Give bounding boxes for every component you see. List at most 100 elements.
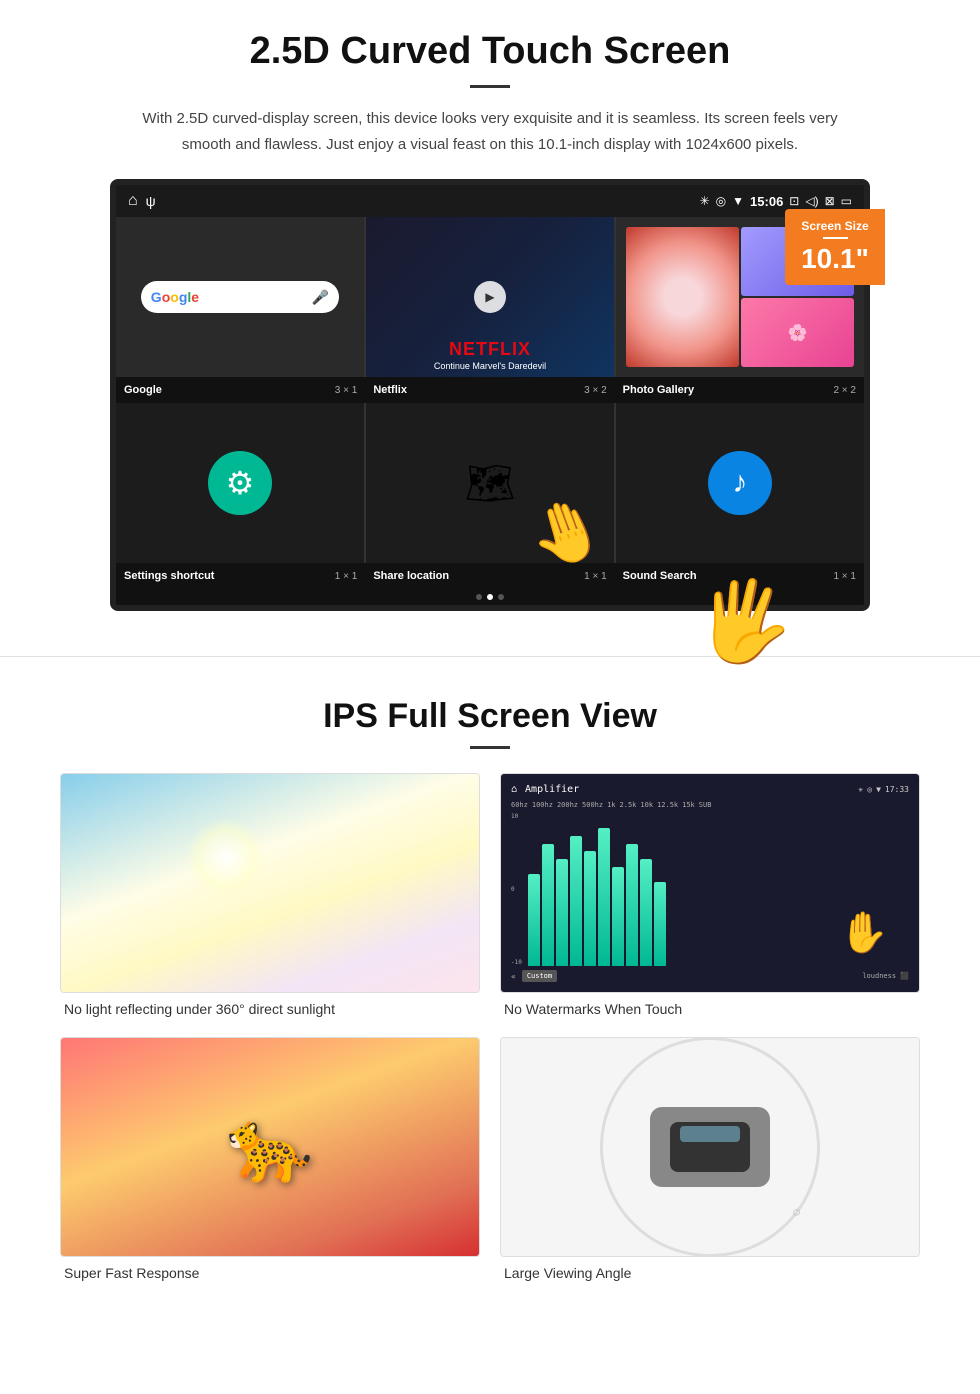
section2-title: IPS Full Screen View xyxy=(60,697,920,736)
feature-car: ⬡ Large Viewing Angle xyxy=(500,1037,920,1281)
netflix-cell[interactable]: ▶ NETFLIX Continue Marvel's Daredevil xyxy=(366,217,614,377)
camera-icon: ⊡ xyxy=(789,194,799,208)
share-bg: 🗺 🤚 xyxy=(366,403,614,563)
sound-search-content: ♪ xyxy=(616,403,864,563)
sound-size: 1 × 1 xyxy=(833,571,856,582)
car-label: Large Viewing Angle xyxy=(500,1265,920,1281)
netflix-size: 3 × 2 xyxy=(584,385,607,396)
dot-1 xyxy=(476,594,482,600)
cheetah-visual: 🐆 xyxy=(61,1038,479,1256)
gallery-name: Photo Gallery xyxy=(623,384,695,396)
badge-label: Screen Size xyxy=(793,219,877,233)
settings-cell-content: ⚙ xyxy=(116,403,364,563)
maps-icon: 🗺 xyxy=(465,460,516,507)
section1-title: 2.5D Curved Touch Screen xyxy=(60,30,920,73)
sunlight-image xyxy=(60,773,480,993)
eq-visualization: 10 0 -10 ✋ xyxy=(511,813,909,966)
status-bar: ⌂ ψ ✳ ◎ ▼ 15:06 ⊡ ◁) ⊠ ▭ xyxy=(116,185,864,217)
eq-bar-5 xyxy=(584,851,596,966)
eq-bar-4 xyxy=(570,836,582,966)
google-cell-content: Google 🎤 xyxy=(116,217,364,377)
car-windshield-top xyxy=(680,1126,740,1142)
netflix-label: Netflix 3 × 2 xyxy=(365,381,614,399)
car-roof-view xyxy=(670,1122,750,1172)
dot-2 xyxy=(487,594,493,600)
wifi-icon: ▼ xyxy=(732,194,744,208)
hand-container: 🖐 xyxy=(687,560,803,679)
app-grid-row2: ⚙ 🗺 🤚 xyxy=(116,403,864,563)
car-image: ⬡ xyxy=(500,1037,920,1257)
feature-sunlight: No light reflecting under 360° direct su… xyxy=(60,773,480,1017)
volume-icon: ◁) xyxy=(805,194,818,208)
amp-header: ⌂ Amplifier ✳◎▼17:33 xyxy=(511,784,909,795)
amp-freq-labels: 60hz 100hz 200hz 500hz 1k 2.5k 10k 12.5k… xyxy=(511,801,909,809)
sunlight-label: No light reflecting under 360° direct su… xyxy=(60,1001,480,1017)
sound-name: Sound Search xyxy=(623,570,697,582)
eq-bar-9 xyxy=(640,859,652,966)
loudness-toggle[interactable]: loudness ⬛ xyxy=(862,972,909,980)
feature-cheetah: 🐆 Super Fast Response xyxy=(60,1037,480,1281)
eq-bar-1 xyxy=(528,874,540,966)
section2: IPS Full Screen View No light reflecting… xyxy=(0,677,980,1301)
amplifier-label: No Watermarks When Touch xyxy=(500,1001,920,1017)
window-icon: ▭ xyxy=(841,194,852,208)
home-icon: ⌂ xyxy=(128,192,138,210)
eq-bar-7 xyxy=(612,867,624,966)
netflix-name: Netflix xyxy=(373,384,407,396)
eq-bar-3 xyxy=(556,859,568,966)
google-name: Google xyxy=(124,384,162,396)
car-shadow: ⬡ xyxy=(793,1208,800,1217)
sound-search-cell[interactable]: ♪ xyxy=(616,403,864,563)
screen-size-badge: Screen Size 10.1" xyxy=(785,209,885,285)
status-icons: ✳ ◎ ▼ 15:06 ⊡ ◁) ⊠ ▭ xyxy=(700,194,852,209)
settings-bg: ⚙ xyxy=(116,403,364,563)
eq-bar-6 xyxy=(598,828,610,966)
usb-icon: ψ xyxy=(146,193,156,209)
netflix-bg: ▶ NETFLIX Continue Marvel's Daredevil xyxy=(366,217,614,377)
car-diagram: ⬡ xyxy=(610,1067,810,1227)
sound-bg: ♪ xyxy=(616,403,864,563)
section-divider xyxy=(0,656,980,657)
section1: 2.5D Curved Touch Screen With 2.5D curve… xyxy=(0,0,980,636)
eq-bar-8 xyxy=(626,844,638,966)
netflix-cell-content: ▶ NETFLIX Continue Marvel's Daredevil xyxy=(366,217,614,377)
app-grid-row1: Google 🎤 ▶ NETF xyxy=(116,217,864,377)
sunburst xyxy=(186,818,266,898)
amp-bottom-bar: « Custom loudness ⬛ xyxy=(511,970,909,982)
clock: 15:06 xyxy=(750,194,783,209)
share-location-content: 🗺 🤚 xyxy=(366,403,614,563)
share-location-cell[interactable]: 🗺 🤚 xyxy=(366,403,614,563)
share-label: Share location 1 × 1 xyxy=(365,567,614,585)
gallery-photo-1 xyxy=(626,227,739,367)
cheetah-image: 🐆 xyxy=(60,1037,480,1257)
google-cell[interactable]: Google 🎤 xyxy=(116,217,364,377)
car-top-down xyxy=(650,1107,770,1187)
hand-on-eq: ✋ xyxy=(839,909,889,956)
gallery-label: Photo Gallery 2 × 2 xyxy=(615,381,864,399)
app-label-row1: Google 3 × 1 Netflix 3 × 2 Photo Gallery… xyxy=(116,377,864,403)
eq-bar-10 xyxy=(654,882,666,966)
feature-amplifier: ⌂ Amplifier ✳◎▼17:33 60hz 100hz 200hz 50… xyxy=(500,773,920,1017)
google-search-bar[interactable]: Google 🎤 xyxy=(141,281,339,313)
settings-size: 1 × 1 xyxy=(335,571,358,582)
gallery-size: 2 × 2 xyxy=(833,385,856,396)
bluetooth-icon: ✳ xyxy=(700,194,710,208)
sound-icon: ♪ xyxy=(708,451,772,515)
device-screen: ⌂ ψ ✳ ◎ ▼ 15:06 ⊡ ◁) ⊠ ▭ xyxy=(110,179,870,611)
custom-button[interactable]: Custom xyxy=(522,970,557,982)
settings-cell[interactable]: ⚙ xyxy=(116,403,364,563)
settings-label: Settings shortcut 1 × 1 xyxy=(116,567,365,585)
cheetah-emoji: 🐆 xyxy=(226,1106,313,1188)
eq-bar-2 xyxy=(542,844,554,966)
cheetah-label: Super Fast Response xyxy=(60,1265,480,1281)
gallery-photo-3: 🌸 xyxy=(741,298,854,367)
google-size: 3 × 1 xyxy=(335,385,358,396)
section2-underline xyxy=(470,746,510,749)
play-button[interactable]: ▶ xyxy=(474,281,506,313)
location-icon: ◎ xyxy=(716,194,726,208)
google-label: Google 3 × 1 xyxy=(116,381,365,399)
share-size: 1 × 1 xyxy=(584,571,607,582)
settings-name: Settings shortcut xyxy=(124,570,214,582)
badge-size: 10.1" xyxy=(793,243,877,275)
dot-3 xyxy=(498,594,504,600)
